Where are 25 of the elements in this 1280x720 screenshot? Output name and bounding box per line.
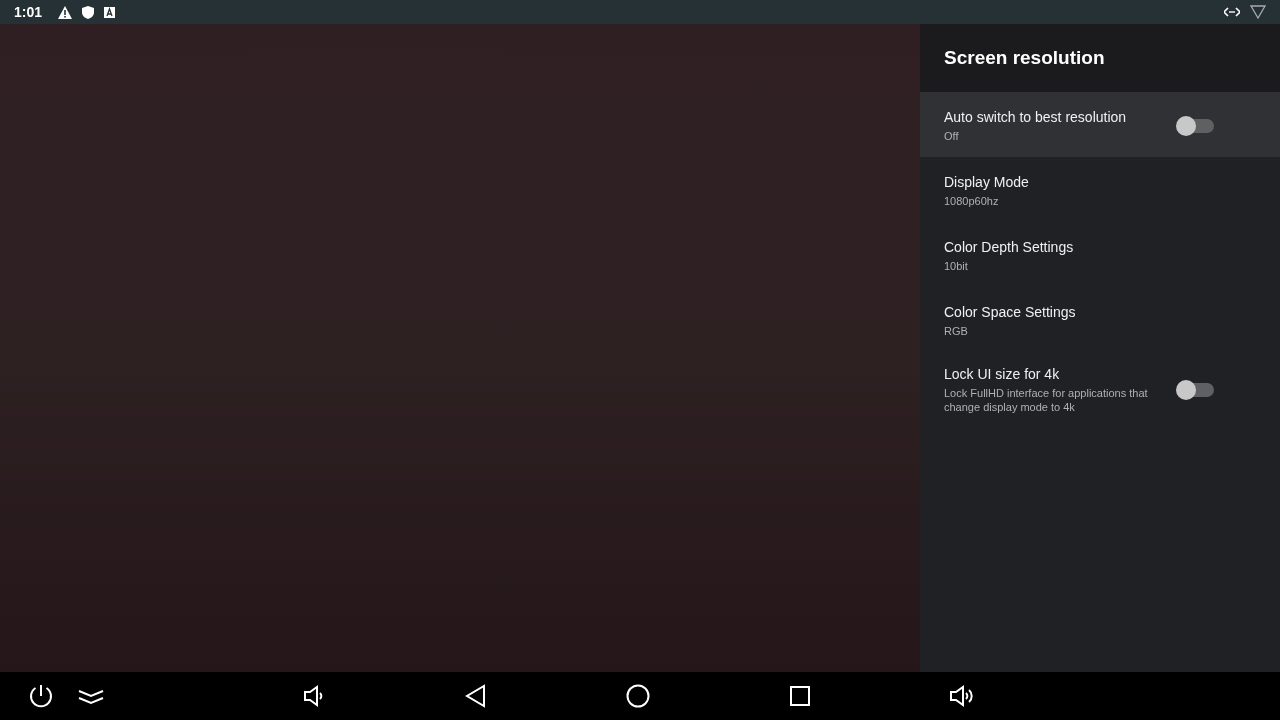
settings-item[interactable]: Lock UI size for 4k Lock FullHD interface for applications that change display mode to 4k (920, 352, 1280, 426)
item-summary: RGB (944, 323, 969, 338)
panel-title: Screen resolution (944, 47, 1105, 69)
clock-time: 1:01 (14, 4, 43, 20)
data-arrows-icon (1224, 7, 1240, 17)
app-badge-icon (104, 6, 116, 18)
item-summary: 10bit (944, 258, 969, 273)
item-title: Color Depth Settings (944, 238, 1075, 255)
power-icon (27, 682, 55, 710)
settings-item[interactable]: Color Space Settings RGB (920, 287, 1280, 352)
item-summary: Lock FullHD interface for applications that change display mode to 4k (944, 386, 1149, 414)
item-title: Lock UI size for 4k (944, 366, 1061, 382)
wifi-icon (1250, 5, 1266, 19)
item-title: Auto switch to best resolution (944, 108, 1128, 125)
settings-item[interactable]: Color Depth Settings 10bit (920, 222, 1280, 287)
warning-icon (58, 5, 73, 19)
settings-item[interactable]: Display Mode 1080p60hz (920, 157, 1280, 222)
item-summary: 1080p60hz (944, 193, 1000, 208)
home-icon (624, 682, 652, 710)
shield-icon (82, 5, 95, 19)
item-title: Color Space Settings (944, 303, 1077, 320)
settings-item[interactable]: Auto switch to best resolution Off (920, 92, 1280, 157)
volume-high-icon (948, 682, 976, 710)
item-summary: Off (944, 128, 960, 143)
item-title: Display Mode (944, 173, 1030, 190)
